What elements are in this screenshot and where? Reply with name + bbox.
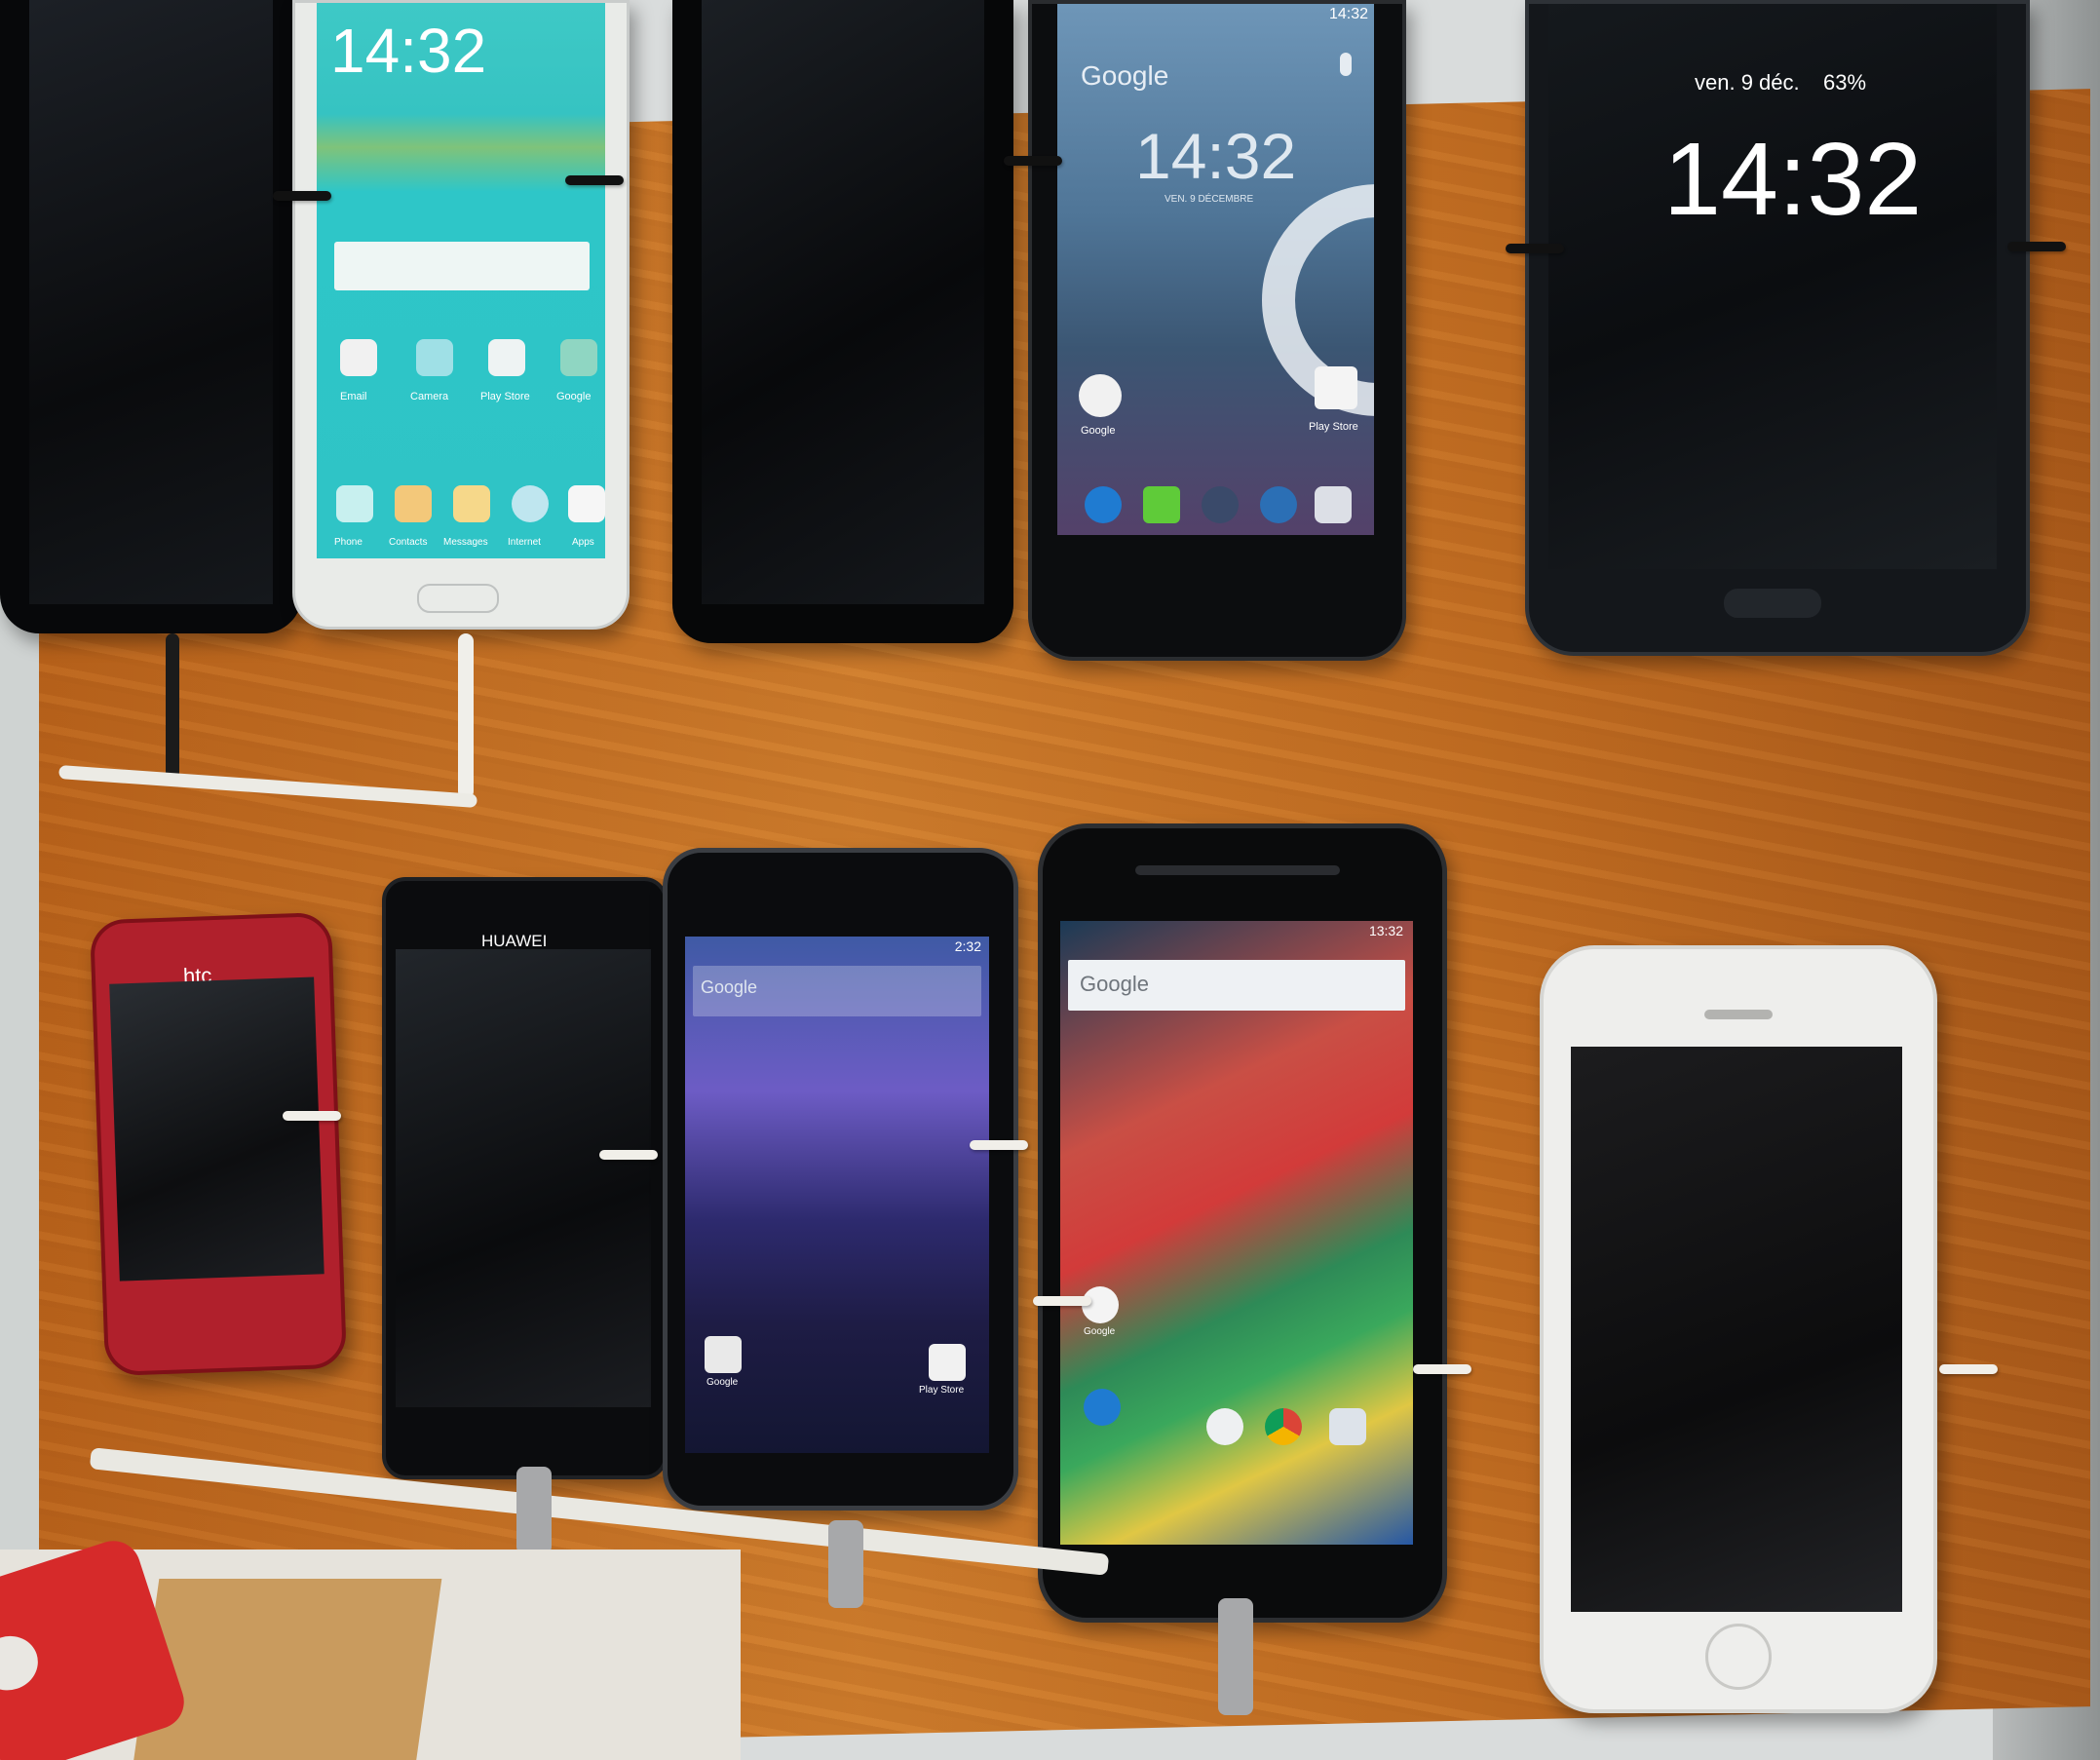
gmail-icon [705,1336,742,1373]
dock-label-messages: Messages [443,537,488,548]
phone-screen: ven. 9 déc. 63% 14:32 [1548,4,1997,569]
phone-htc-red: htc [89,911,348,1377]
phone-screen [1571,1047,1902,1612]
phone-moto: 13:32 Google Google [1038,823,1447,1623]
google-search-label: Google [1081,60,1169,91]
status-time: 14:32 [1328,6,1368,22]
play-store-icon [1315,366,1357,409]
device-knob [0,1628,46,1699]
hook [1506,244,1564,253]
email-app-icon [340,339,377,376]
play-store-icon [488,339,525,376]
phone-screen: 2:32 Google Google Play Store [685,937,989,1453]
status-time: 13:32 [1368,923,1403,938]
hook [1004,156,1062,166]
app-label-google: Google [1081,425,1116,437]
camera-app-icon [1329,1408,1366,1445]
hook [1413,1364,1471,1374]
phone-screen: 13:32 Google Google [1060,921,1413,1545]
hook [273,191,331,201]
clock-date: VEN. 9 DÉCEMBRE [1165,194,1254,205]
messages-app-icon [1143,486,1180,523]
wooden-block [133,1579,442,1760]
huawei-logo: HUAWEI [481,932,548,950]
clock-time: 14:32 [1135,120,1297,192]
phone-app-icon [1084,1389,1121,1426]
google-folder-icon [560,339,597,376]
phone-screen [109,976,325,1282]
microphone-icon [1340,53,1352,76]
phone-black-left [0,0,302,633]
app-label-google: Google [706,1377,739,1388]
phone-nexus: 2:32 Google Google Play Store [663,848,1018,1511]
app-label-email: Email [340,391,367,402]
camera-app-icon [1315,486,1352,523]
dock-label-apps: Apps [572,537,594,548]
charging-cable [458,633,474,799]
phone-screen [702,0,984,604]
charging-cable [1218,1598,1253,1715]
internet-app-icon [512,485,549,522]
phone-app-icon [336,485,373,522]
phone-black-center [672,0,1013,643]
aod-date: ven. 9 déc. [1695,70,1800,95]
gmail-icon [1079,374,1122,417]
hook [599,1150,658,1160]
phone-screen [29,0,273,604]
camera-app-icon [416,339,453,376]
charging-cable [828,1520,863,1608]
phone-samsung-white: 14:32 Email Camera Play Store Google Pho… [292,0,630,630]
chrome-icon [1265,1408,1302,1445]
apps-grid-icon [1206,1408,1243,1445]
phone-screen: 14:32 Google 14:32 VEN. 9 DÉCEMBRE Googl… [1057,4,1374,535]
aod-battery: 63% [1823,70,1867,95]
apps-grid-icon [1202,486,1239,523]
messages-app-icon [453,485,490,522]
google-search-label: Google [1080,972,1149,996]
charging-cable [516,1467,552,1554]
app-label-google: Google [556,391,592,402]
phone-iphone-white [1540,945,1937,1713]
earpiece [1704,1010,1773,1019]
phone-samsung-aod: ven. 9 déc. 63% 14:32 [1525,0,2030,656]
hook [2007,242,2066,251]
aod-time: 14:32 [1663,122,1923,237]
photo-scene: 14:32 Email Camera Play Store Google Pho… [0,0,2100,1760]
app-label-play-store: Play Store [480,391,530,402]
phone-app-icon [1085,486,1122,523]
hook [1939,1364,1998,1374]
app-label-play-store: Play Store [919,1385,965,1396]
hook [970,1140,1028,1150]
contacts-app-icon [395,485,432,522]
play-store-icon [929,1344,966,1381]
phone-screen [396,949,651,1407]
browser-icon [1260,486,1297,523]
app-label-play-store: Play Store [1309,421,1358,433]
search-bar [334,242,590,290]
apps-grid-icon [568,485,605,522]
hook [283,1111,341,1121]
phone-android-top: 14:32 Google 14:32 VEN. 9 DÉCEMBRE Googl… [1028,0,1406,661]
app-label-camera: Camera [410,391,449,402]
home-button [1724,589,1821,618]
home-button [417,584,499,613]
dock-label-phone: Phone [334,537,363,548]
speaker-grille [1135,865,1340,875]
home-button [1705,1624,1772,1690]
dock-label-internet: Internet [508,537,541,548]
status-time: 2:32 [954,938,981,954]
lock-time: 14:32 [330,16,487,86]
hook [565,175,624,185]
hook [1033,1296,1091,1306]
google-search-label: Google [701,977,758,997]
charging-cable [166,633,179,780]
phone-screen: 14:32 Email Camera Play Store Google Pho… [317,3,605,558]
dock-label-contacts: Contacts [389,537,428,548]
app-label-google: Google [1084,1326,1116,1337]
phone-huawei: HUAWEI [382,877,668,1479]
